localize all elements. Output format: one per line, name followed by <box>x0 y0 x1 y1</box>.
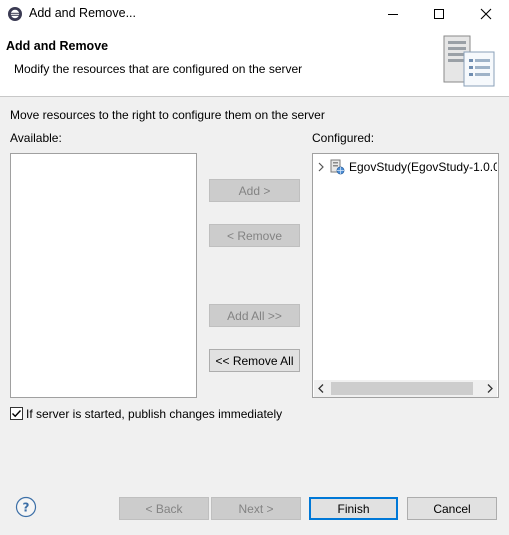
remove-button[interactable]: < Remove <box>209 224 300 247</box>
scroll-right-icon[interactable] <box>485 383 495 397</box>
page-title: Add and Remove <box>6 39 109 53</box>
available-list[interactable] <box>10 153 197 398</box>
add-button[interactable]: Add > <box>209 179 300 202</box>
add-all-button[interactable]: Add All >> <box>209 304 300 327</box>
minimize-icon <box>388 14 398 15</box>
scroll-left-icon[interactable] <box>316 383 326 397</box>
scrollbar-thumb[interactable] <box>331 382 473 395</box>
finish-button[interactable]: Finish <box>309 497 398 520</box>
web-module-icon <box>329 159 345 175</box>
maximize-button[interactable] <box>416 0 462 28</box>
instruction-text: Move resources to the right to configure… <box>10 108 325 122</box>
close-icon <box>480 8 492 20</box>
publish-checkbox[interactable] <box>10 407 23 420</box>
next-button[interactable]: Next > <box>211 497 301 520</box>
title-bar: Add and Remove... <box>0 0 509 28</box>
publish-checkbox-label[interactable]: If server is started, publish changes im… <box>26 407 282 421</box>
eclipse-icon <box>7 6 23 22</box>
configured-tree[interactable]: EgovStudy(EgovStudy-1.0.0 <box>312 153 499 398</box>
chevron-right-icon[interactable] <box>317 162 325 172</box>
wizard-header: Add and Remove Modify the resources that… <box>0 28 509 97</box>
remove-all-button[interactable]: << Remove All <box>209 349 300 372</box>
svg-text:?: ? <box>23 501 30 515</box>
cancel-button[interactable]: Cancel <box>407 497 497 520</box>
available-label: Available: <box>10 131 62 145</box>
checkmark-icon <box>12 410 22 418</box>
page-description: Modify the resources that are configured… <box>14 62 303 76</box>
maximize-icon <box>434 9 444 19</box>
minimize-button[interactable] <box>370 0 416 28</box>
server-wizard-icon <box>440 32 498 90</box>
help-icon[interactable]: ? <box>15 496 37 521</box>
horizontal-scrollbar[interactable] <box>314 380 497 397</box>
configured-label: Configured: <box>312 131 375 145</box>
tree-item-egovstudy[interactable]: EgovStudy(EgovStudy-1.0.0 <box>317 158 497 176</box>
tree-item-label: EgovStudy(EgovStudy-1.0.0 <box>349 160 497 174</box>
window-title: Add and Remove... <box>29 6 137 20</box>
close-button[interactable] <box>463 0 509 28</box>
back-button[interactable]: < Back <box>119 497 209 520</box>
